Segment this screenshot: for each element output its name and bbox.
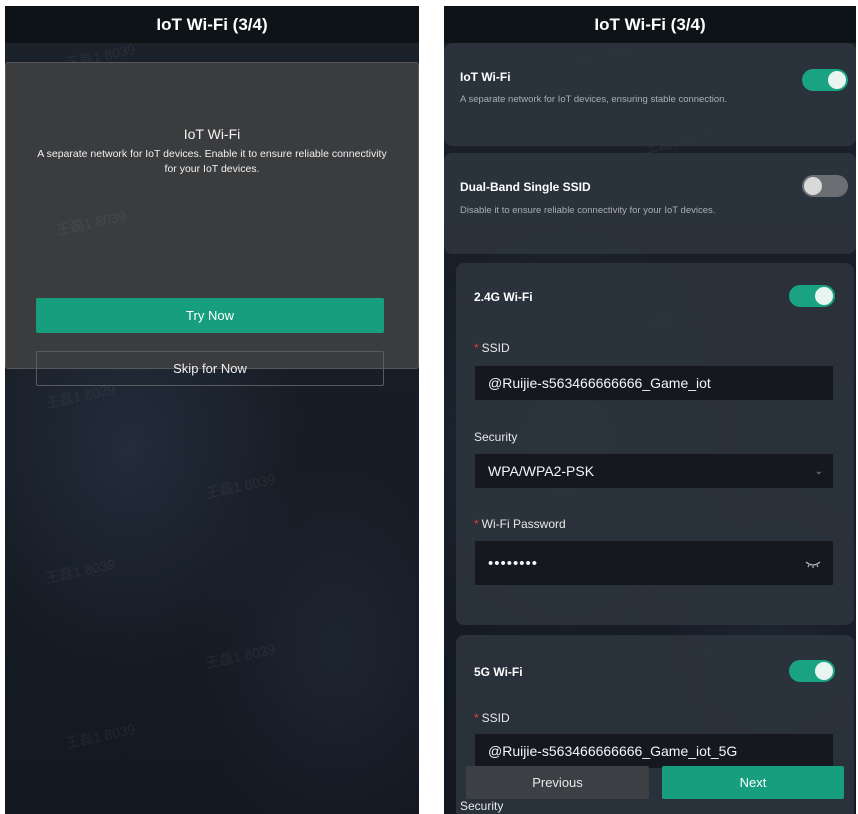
wifi-24g-toggle[interactable] (789, 285, 835, 307)
iot-wifi-title: IoT Wi-Fi (460, 70, 511, 84)
ssid-24g-field[interactable] (488, 375, 788, 391)
security-label: Security (474, 430, 518, 444)
wifi-24g-title: 2.4G Wi-Fi (474, 290, 533, 304)
required-mark: * (474, 711, 479, 725)
watermark: 王磊1 8039 (44, 555, 117, 587)
page-title: IoT Wi-Fi (3/4) (5, 6, 419, 43)
toggle-knob (815, 287, 833, 305)
ssid-5g-field[interactable] (488, 743, 788, 759)
iot-wifi-dialog: IoT Wi-Fi A separate network for IoT dev… (5, 62, 419, 386)
toggle-knob (804, 177, 822, 195)
ssid-label: * SSID (474, 341, 510, 355)
previous-button[interactable]: Previous (466, 766, 649, 799)
right-screen: IoT Wi-Fi (3/4) 王磊1 8039 王磊1 8039 王磊1 80… (444, 6, 856, 814)
try-now-button[interactable]: Try Now (36, 298, 384, 333)
wifi-5g-toggle[interactable] (789, 660, 835, 682)
watermark: 王磊1 8039 (55, 207, 128, 239)
ssid-24g-input[interactable] (474, 365, 834, 401)
page-title: IoT Wi-Fi (3/4) (444, 6, 856, 43)
wifi-password-label: * Wi-Fi Password (474, 517, 566, 531)
watermark: 王磊1 8039 (64, 720, 137, 752)
left-screen: IoT Wi-Fi (3/4) 王磊1 8039 王磊1 8039 王磊1 80… (5, 6, 419, 814)
required-mark: * (474, 517, 479, 531)
wifi-password-input[interactable]: •••••••• (474, 540, 834, 586)
security-24g-value: WPA/WPA2-PSK (488, 463, 595, 479)
dual-band-toggle[interactable] (802, 175, 848, 197)
dual-band-description: Disable it to ensure reliable connectivi… (460, 205, 716, 216)
required-mark: * (474, 341, 479, 355)
bottom-navigation: Previous Next (444, 766, 856, 802)
chevron-down-icon: ⌄ (814, 466, 823, 477)
dual-band-title: Dual-Band Single SSID (460, 180, 591, 194)
watermark: 王磊1 8039 (204, 640, 277, 672)
toggle-knob (815, 662, 833, 680)
watermark: 王磊1 8039 (204, 470, 277, 502)
skip-for-now-button[interactable]: Skip for Now (36, 351, 384, 386)
toggle-knob (828, 71, 846, 89)
next-button[interactable]: Next (662, 766, 844, 799)
iot-wifi-card: IoT Wi-Fi A separate network for IoT dev… (444, 43, 856, 146)
wifi-password-value: •••••••• (488, 554, 539, 572)
iot-wifi-description: A separate network for IoT devices, ensu… (460, 94, 728, 105)
eye-closed-icon[interactable] (805, 557, 821, 571)
wifi-24g-card: 2.4G Wi-Fi *SSID Security WPA/WPA2-PSK ⌄… (456, 263, 854, 625)
ssid-5g-input[interactable] (474, 733, 834, 769)
dual-band-card: Dual-Band Single SSID Disable it to ensu… (444, 153, 856, 254)
iot-wifi-toggle[interactable] (802, 69, 848, 91)
wifi-5g-title: 5G Wi-Fi (474, 665, 523, 679)
security-24g-select[interactable]: WPA/WPA2-PSK ⌄ (474, 453, 834, 489)
dialog-description: A separate network for IoT devices. Enab… (37, 148, 387, 175)
ssid-5g-label: * SSID (474, 711, 510, 725)
dialog-title: IoT Wi-Fi (183, 126, 241, 142)
